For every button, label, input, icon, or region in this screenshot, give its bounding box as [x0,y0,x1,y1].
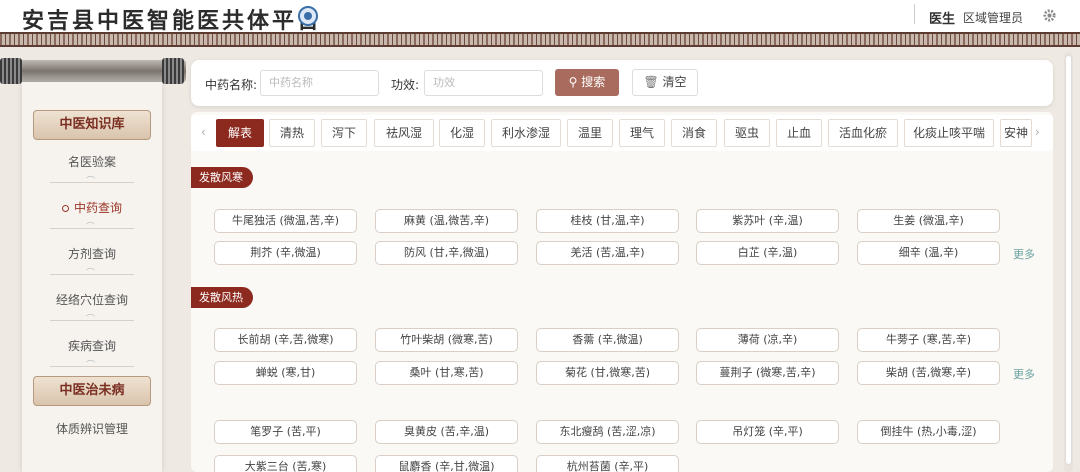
herb-chip[interactable]: 桑叶 (甘,寒,苦) [375,361,518,385]
tab-jiebiao[interactable]: 解表 [216,119,264,147]
header-divider [914,4,915,24]
herb-chip[interactable]: 大紫三台 (苦,寒) [214,455,357,472]
logo-seal-icon [298,6,318,26]
herb-chip[interactable]: 柴胡 (苦,微寒,辛) [857,361,1000,385]
herb-chip[interactable]: 牛蒡子 (寒,苦,辛) [857,328,1000,352]
trash-icon: 🗑 [643,75,659,89]
tab-quchong[interactable]: 驱虫 [724,119,770,147]
more-link[interactable]: 更多 [1013,246,1035,262]
sidebar-separator [50,312,134,325]
more-link[interactable]: 更多 [1013,366,1035,382]
scroll-end-left [0,58,22,84]
tab-huashi[interactable]: 化湿 [439,119,485,147]
herb-chip[interactable]: 细辛 (温,辛) [857,241,1000,265]
herb-chip[interactable]: 紫苏叶 (辛,温) [696,209,839,233]
tabs-next-icon[interactable]: › [1035,125,1040,139]
search-panel: 中药名称: 中药名称 功效: 功效 ⚲ 搜索 🗑 清空 [191,60,1053,106]
sidebar-item-disease-query[interactable]: 疾病查询 [22,334,162,358]
sidebar-separator [50,174,134,187]
active-dot-icon [61,205,69,212]
clear-button[interactable]: 🗑 清空 [632,69,698,96]
herb-name-label: 中药名称: [205,78,258,92]
herb-chip[interactable]: 菊花 (甘,微寒,苦) [536,361,679,385]
page-scrollbar-thumb[interactable] [1065,55,1072,465]
herb-chip[interactable]: 麻黄 (温,微苦,辛) [375,209,518,233]
herb-chip[interactable]: 鼠麝香 (辛,甘,微温) [375,455,518,472]
sidebar-item-constitution[interactable]: 体质辨识管理 [22,417,162,441]
sidebar-item-famous-cases[interactable]: 名医验案 [22,150,162,174]
scroll-end-right [162,58,184,84]
category-badge: 发散风热 [191,287,253,308]
tab-qingre[interactable]: 清热 [269,119,315,147]
search-button-label: 搜索 [581,75,606,89]
effect-label: 功效: [391,78,420,92]
sidebar-section-prevention[interactable]: 中医治未病 [33,376,151,406]
gear-icon[interactable] [1042,8,1057,23]
tab-xiaoshi[interactable]: 消食 [671,119,717,147]
sidebar-separator [50,220,134,233]
category-badge: 发散风寒 [191,167,253,188]
herb-chip[interactable]: 臭黄皮 (苦,辛,温) [375,420,518,444]
search-button[interactable]: ⚲ 搜索 [555,69,619,96]
sidebar-item-herb-query[interactable]: 中药查询 [22,196,162,220]
tab-anshen[interactable]: 安神 [1000,119,1032,147]
tab-lishuishenshi[interactable]: 利水渗湿 [491,119,561,147]
herb-chip[interactable]: 竹叶柴胡 (微寒,苦) [375,328,518,352]
sidebar-separator [50,266,134,279]
herb-chip[interactable]: 生姜 (微温,辛) [857,209,1000,233]
herb-name-input[interactable]: 中药名称 [260,70,379,96]
user-role: 医生 [929,12,956,27]
app-title: 安吉县中医智能医共体平台 [22,8,323,34]
herb-chip[interactable]: 桂枝 (甘,温,辛) [536,209,679,233]
tabs-prev-icon[interactable]: ‹ [201,125,206,139]
effect-input[interactable]: 功效 [424,70,543,96]
sidebar: 中医知识库 名医验案 中药查询 方剂查询 经络穴位查询 疾病查询 中医治未病 体… [22,82,162,472]
herb-chip[interactable]: 防风 (甘,辛,微温) [375,241,518,265]
herb-chip[interactable]: 杭州苔菌 (辛,平) [536,455,679,472]
category-tabs: ‹ 解表 清热 泻下 祛风湿 化湿 利水渗湿 温里 理气 消食 驱虫 止血 活血… [191,115,1053,151]
tab-xiexia[interactable]: 泻下 [321,119,367,147]
sidebar-item-label: 中药查询 [73,201,122,215]
tab-liqi[interactable]: 理气 [619,119,665,147]
herb-chip[interactable]: 倒挂牛 (热,小毒,涩) [857,420,1000,444]
herb-chip[interactable]: 东北瘦鸹 (苦,涩,凉) [536,420,679,444]
herb-chip[interactable]: 牛尾独活 (微温,苦,辛) [214,209,357,233]
sidebar-item-formula-query[interactable]: 方剂查询 [22,242,162,266]
sidebar-section-knowledge[interactable]: 中医知识库 [33,110,151,140]
tab-wenli[interactable]: 温里 [567,119,613,147]
top-header: 安吉县中医智能医共体平台 医生 区域管理员 [0,0,1080,34]
sidebar-item-acupoint-query[interactable]: 经络穴位查询 [22,288,162,312]
herb-chip[interactable]: 白芷 (辛,温) [696,241,839,265]
herb-chip[interactable]: 荆芥 (辛,微温) [214,241,357,265]
herb-chip[interactable]: 吊灯笼 (辛,平) [696,420,839,444]
tab-huatanzhike[interactable]: 化痰止咳平喘 [904,119,994,147]
decorative-pattern-band [0,32,1080,47]
tab-zhixue[interactable]: 止血 [776,119,822,147]
herb-chip[interactable]: 薄荷 (凉,辛) [696,328,839,352]
search-icon: ⚲ [568,75,578,89]
herb-chip[interactable]: 羌活 (苦,温,辛) [536,241,679,265]
user-name[interactable]: 区域管理员 [963,9,1023,26]
herb-chip[interactable]: 香薷 (辛,微温) [536,328,679,352]
herb-chip[interactable]: 蔓荆子 (微寒,苦,辛) [696,361,839,385]
clear-button-label: 清空 [662,75,687,89]
herb-chip[interactable]: 笔罗子 (苦,平) [214,420,357,444]
scroll-rod [0,60,186,82]
herb-chip[interactable]: 长前胡 (辛,苦,微寒) [214,328,357,352]
tab-huoxuehuayu[interactable]: 活血化瘀 [828,119,898,147]
tab-qufengshi[interactable]: 祛风湿 [374,119,434,147]
content-panel: ‹ 解表 清热 泻下 祛风湿 化湿 利水渗湿 温里 理气 消食 驱虫 止血 活血… [191,112,1053,472]
herb-chip[interactable]: 蝉蜕 (寒,甘) [214,361,357,385]
sidebar-separator [50,358,134,371]
